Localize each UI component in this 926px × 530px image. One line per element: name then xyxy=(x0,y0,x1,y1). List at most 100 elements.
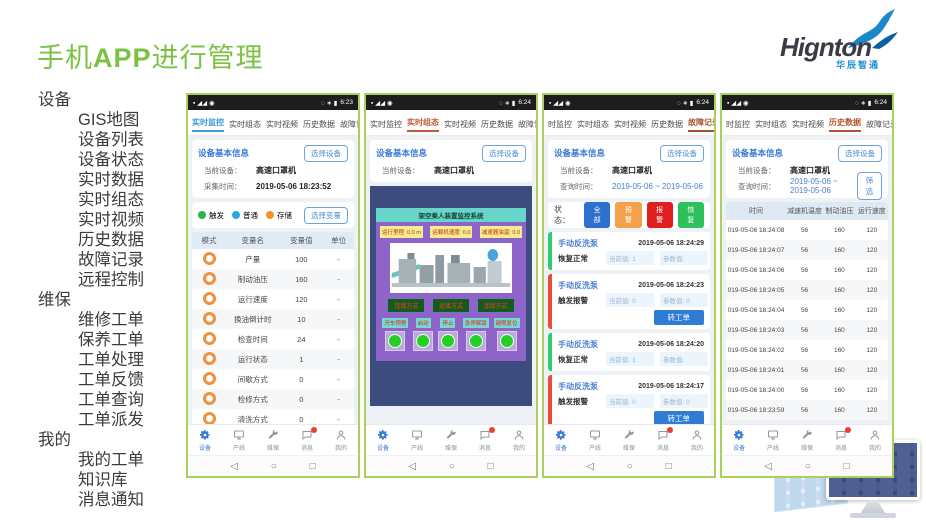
status-filter-button[interactable]: 预警 xyxy=(615,202,641,228)
android-home-button[interactable]: ○ xyxy=(627,461,633,472)
nav-item-person[interactable]: 我的 xyxy=(680,425,714,455)
nav-item-monitor[interactable]: 产线 xyxy=(578,425,612,455)
nav-item-gear[interactable]: 设备 xyxy=(366,425,400,455)
nav-item-person[interactable]: 我的 xyxy=(324,425,358,455)
nav-item-person[interactable]: 我的 xyxy=(502,425,536,455)
tab[interactable]: 故障记录 xyxy=(688,117,714,132)
table-row[interactable]: 间歇方式0- xyxy=(192,369,354,389)
android-home-button[interactable]: ○ xyxy=(271,461,277,472)
control[interactable]: 启动 xyxy=(413,318,433,351)
nav-item-wrench[interactable]: 维保 xyxy=(790,425,824,455)
table-row[interactable]: 产量100- xyxy=(192,249,354,269)
status-filter-button[interactable]: 报警 xyxy=(647,202,673,228)
table-row[interactable]: 运行状态1- xyxy=(192,349,354,369)
tab[interactable]: 实时组态 xyxy=(407,117,439,132)
mode-donut-icon xyxy=(203,332,216,345)
tab[interactable]: 时监控 xyxy=(726,119,750,132)
android-back-button[interactable]: ◁ xyxy=(586,461,594,472)
table-row[interactable]: 019-05-06 18:24:0756160120 xyxy=(726,240,888,260)
tab[interactable]: 实时监控 xyxy=(370,119,402,132)
android-back-button[interactable]: ◁ xyxy=(764,461,772,472)
table-row[interactable]: 019-05-06 18:23:5956160120 xyxy=(726,400,888,420)
fault-card[interactable]: 手动反洗泵2019-05-06 18:24:29恢复正常当前值: 1参数值: xyxy=(548,232,710,270)
nav-item-message[interactable]: 消息 xyxy=(646,425,680,455)
status-filter-button[interactable]: 恢复 xyxy=(678,202,704,228)
fault-card[interactable]: 手动反洗泵2019-05-06 18:24:20恢复正常当前值: 1参数值: xyxy=(548,333,710,371)
tab[interactable]: 历史数据 xyxy=(303,119,335,132)
to-workorder-button[interactable]: 转工单 xyxy=(654,411,705,424)
select-device-button[interactable]: 选择设备 xyxy=(304,145,348,162)
table-row[interactable]: 检查时间24- xyxy=(192,329,354,349)
nav-item-monitor[interactable]: 产线 xyxy=(756,425,790,455)
control[interactable]: 急停解锁 xyxy=(463,318,489,351)
tab[interactable]: 实时视频 xyxy=(266,119,298,132)
fault-card[interactable]: 手动反洗泵2019-05-06 18:24:23触发报警当前值: 0参数值: 0… xyxy=(548,274,710,329)
tab[interactable]: 实时视频 xyxy=(792,119,824,132)
tab[interactable]: 实时组态 xyxy=(755,119,787,132)
table-row[interactable]: 019-05-06 18:24:0456160120 xyxy=(726,300,888,320)
android-home-button[interactable]: ○ xyxy=(449,461,455,472)
scada-screen[interactable]: 架空乘人装置监控系统运行里程: 0.0 m运载机速度: 0.0减速器油温: 0.… xyxy=(376,208,526,361)
table-cell: - xyxy=(323,275,354,284)
control[interactable]: 开车预警 xyxy=(382,318,408,351)
control[interactable]: 越限复位 xyxy=(494,318,520,351)
android-home-button[interactable]: ○ xyxy=(805,461,811,472)
select-device-button[interactable]: 选择设备 xyxy=(660,145,704,162)
tab[interactable]: 故障记录 xyxy=(340,119,358,132)
tab[interactable]: 实时组态 xyxy=(229,119,261,132)
nav-item-monitor[interactable]: 产线 xyxy=(222,425,256,455)
nav-item-message[interactable]: 消息 xyxy=(290,425,324,455)
tab[interactable]: 历史数据 xyxy=(829,117,861,132)
table-row[interactable]: 019-05-06 18:24:0556160120 xyxy=(726,280,888,300)
link-mode-button[interactable]: 连接方式 xyxy=(433,299,469,312)
nav-item-person[interactable]: 我的 xyxy=(858,425,892,455)
nav-item-wrench[interactable]: 维保 xyxy=(612,425,646,455)
nav-item-wrench[interactable]: 维保 xyxy=(256,425,290,455)
link-mode-button[interactable]: 连接方式 xyxy=(478,299,514,312)
tab[interactable]: 实时视频 xyxy=(614,119,646,132)
android-recents-button[interactable]: □ xyxy=(310,461,316,472)
android-recents-button[interactable]: □ xyxy=(488,461,494,472)
status-filter-button[interactable]: 全部 xyxy=(584,202,610,228)
nav-item-message[interactable]: 消息 xyxy=(824,425,858,455)
select-device-button[interactable]: 选择设备 xyxy=(482,145,526,162)
tab[interactable]: 实时组态 xyxy=(577,119,609,132)
table-row[interactable]: 换油倒计时10- xyxy=(192,309,354,329)
tab[interactable]: 故障记录 xyxy=(866,119,892,132)
android-back-button[interactable]: ◁ xyxy=(408,461,416,472)
table-row[interactable]: 019-05-06 18:24:0156160120 xyxy=(726,360,888,380)
person-icon xyxy=(513,429,526,442)
nav-item-wrench[interactable]: 维保 xyxy=(434,425,468,455)
control[interactable]: 停止 xyxy=(438,318,458,351)
table-row[interactable]: 019-05-06 18:24:0056160120 xyxy=(726,380,888,400)
tab[interactable]: 故障记录 xyxy=(518,119,536,132)
android-recents-button[interactable]: □ xyxy=(666,461,672,472)
table-row[interactable]: 019-05-06 18:24:0256160120 xyxy=(726,340,888,360)
select-device-button[interactable]: 选择设备 xyxy=(838,145,882,162)
phone-screen: ▪ ◢◢ ◉◌ ∗ ▮6:23实时监控实时组态实时视频历史数据故障记录远程控制设… xyxy=(186,93,360,478)
tab[interactable]: 历史数据 xyxy=(651,119,683,132)
nav-item-gear[interactable]: 设备 xyxy=(722,425,756,455)
tab[interactable]: 实时监控 xyxy=(192,117,224,132)
nav-item-gear[interactable]: 设备 xyxy=(544,425,578,455)
table-row[interactable]: 清洗方式0- xyxy=(192,409,354,424)
filter-button[interactable]: 筛选 xyxy=(857,172,882,200)
nav-item-monitor[interactable]: 产线 xyxy=(400,425,434,455)
android-back-button[interactable]: ◁ xyxy=(230,461,238,472)
nav-item-gear[interactable]: 设备 xyxy=(188,425,222,455)
tab[interactable]: 时监控 xyxy=(548,119,572,132)
table-row[interactable]: 019-05-06 18:24:0656160120 xyxy=(726,260,888,280)
tab[interactable]: 历史数据 xyxy=(481,119,513,132)
table-row[interactable]: 019-05-06 18:24:0856160120 xyxy=(726,220,888,240)
to-workorder-button[interactable]: 转工单 xyxy=(654,310,705,325)
table-row[interactable]: 运行速度120- xyxy=(192,289,354,309)
link-mode-button[interactable]: 连接方式 xyxy=(388,299,424,312)
fault-card[interactable]: 手动反洗泵2019-05-06 18:24:17触发报警当前值: 0参数值: 0… xyxy=(548,375,710,424)
table-row[interactable]: 019-05-06 18:24:0356160120 xyxy=(726,320,888,340)
table-row[interactable]: 检修方式0- xyxy=(192,389,354,409)
select-variable-button[interactable]: 选择变量 xyxy=(304,207,348,224)
table-row[interactable]: 制动油压160- xyxy=(192,269,354,289)
android-recents-button[interactable]: □ xyxy=(844,461,850,472)
tab[interactable]: 实时视频 xyxy=(444,119,476,132)
nav-item-message[interactable]: 消息 xyxy=(468,425,502,455)
